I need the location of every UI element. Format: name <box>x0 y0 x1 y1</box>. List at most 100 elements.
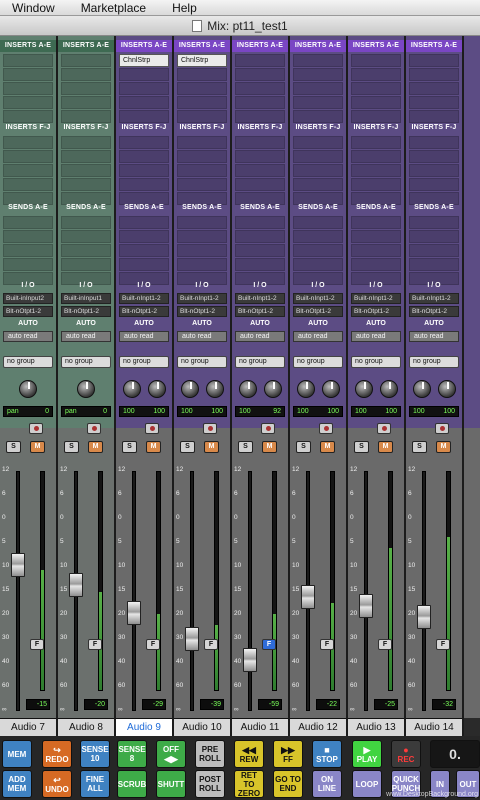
on-line-button[interactable]: ON LINE <box>312 770 342 798</box>
solo-button[interactable]: S <box>6 441 21 453</box>
insert-slot[interactable] <box>351 82 401 95</box>
input-selector[interactable]: Built-nInpt1-2 <box>293 293 343 304</box>
insert-slot[interactable] <box>119 136 169 149</box>
insert-slot[interactable] <box>61 54 111 67</box>
insert-slot[interactable] <box>177 178 227 191</box>
input-selector[interactable]: Built-inInput2 <box>3 293 53 304</box>
group-select[interactable]: no group <box>235 356 285 368</box>
volume-fader[interactable] <box>243 648 257 673</box>
track-name[interactable]: Audio 14 <box>406 718 462 736</box>
mute-button[interactable]: M <box>436 441 451 453</box>
insert-slot[interactable] <box>177 136 227 149</box>
volume-fader[interactable] <box>127 600 141 625</box>
send-slot[interactable] <box>177 216 227 229</box>
insert-slot[interactable] <box>177 82 227 95</box>
insert-slot[interactable] <box>293 136 343 149</box>
send-slot[interactable] <box>351 230 401 243</box>
send-slot[interactable] <box>3 244 53 257</box>
insert-slot[interactable] <box>119 96 169 109</box>
automation-mode-select[interactable]: auto read <box>235 331 285 342</box>
volume-fader[interactable] <box>301 585 315 610</box>
pan-knob-right[interactable] <box>206 380 224 398</box>
pan-knob-right[interactable] <box>264 380 282 398</box>
send-slot[interactable] <box>3 258 53 271</box>
fader-group-button[interactable]: F <box>320 639 334 650</box>
post-roll-button[interactable]: POST ROLL <box>195 770 225 798</box>
output-selector[interactable]: Blt-nOtpt1-2 <box>409 306 459 317</box>
insert-slot[interactable] <box>351 68 401 81</box>
group-select[interactable]: no group <box>3 356 53 368</box>
automation-mode-select[interactable]: auto read <box>177 331 227 342</box>
insert-slot[interactable] <box>119 178 169 191</box>
pre-roll-button[interactable]: PRE ROLL <box>195 740 225 768</box>
track-name[interactable]: Audio 12 <box>290 718 346 736</box>
track-name[interactable]: Audio 8 <box>58 718 114 736</box>
pan-knob-right[interactable] <box>322 380 340 398</box>
group-select[interactable]: no group <box>409 356 459 368</box>
track-name[interactable]: Audio 9 <box>116 718 172 736</box>
fader-group-button[interactable]: F <box>436 639 450 650</box>
insert-slot[interactable] <box>351 96 401 109</box>
pan-knob-left[interactable] <box>355 380 373 398</box>
send-slot[interactable] <box>3 216 53 229</box>
insert-slot[interactable] <box>409 54 459 67</box>
insert-slot[interactable] <box>351 178 401 191</box>
send-slot[interactable] <box>409 244 459 257</box>
insert-slot[interactable] <box>351 136 401 149</box>
insert-slot[interactable] <box>409 136 459 149</box>
send-slot[interactable] <box>409 258 459 271</box>
insert-slot[interactable] <box>235 136 285 149</box>
insert-slot[interactable] <box>3 164 53 177</box>
fader-group-button[interactable]: F <box>204 639 218 650</box>
insert-slot[interactable] <box>235 96 285 109</box>
record-button[interactable]: ● REC <box>391 740 421 768</box>
pan-knob-left[interactable] <box>297 380 315 398</box>
output-selector[interactable]: Blt-nOtpt1-2 <box>119 306 169 317</box>
volume-fader[interactable] <box>417 604 431 629</box>
group-select[interactable]: no group <box>351 356 401 368</box>
automation-mode-select[interactable]: auto read <box>3 331 53 342</box>
solo-button[interactable]: S <box>180 441 195 453</box>
send-slot[interactable] <box>409 230 459 243</box>
send-slot[interactable] <box>235 258 285 271</box>
record-enable-button[interactable] <box>319 423 333 434</box>
send-slot[interactable] <box>119 216 169 229</box>
insert-slot[interactable] <box>177 96 227 109</box>
pan-knob[interactable] <box>77 380 95 398</box>
go-to-end-button[interactable]: GO TO END <box>273 770 303 798</box>
pan-knob-left[interactable] <box>181 380 199 398</box>
record-enable-button[interactable] <box>145 423 159 434</box>
output-selector[interactable]: Blt-nOtpt1-2 <box>61 306 111 317</box>
track-name[interactable]: Audio 13 <box>348 718 404 736</box>
fast-forward-button[interactable]: ▶▶ FF <box>273 740 303 768</box>
record-enable-button[interactable] <box>29 423 43 434</box>
send-slot[interactable] <box>177 258 227 271</box>
insert-slot[interactable] <box>293 150 343 163</box>
track-name[interactable]: Audio 11 <box>232 718 288 736</box>
input-selector[interactable]: Built-nInpt1-2 <box>235 293 285 304</box>
send-slot[interactable] <box>293 230 343 243</box>
record-enable-button[interactable] <box>435 423 449 434</box>
output-selector[interactable]: Blt-nOtpt1-2 <box>177 306 227 317</box>
play-button[interactable]: ▶ PLAY <box>352 740 382 768</box>
volume-fader[interactable] <box>69 572 83 597</box>
send-slot[interactable] <box>119 244 169 257</box>
send-slot[interactable] <box>235 216 285 229</box>
scrub-button[interactable]: SCRUB <box>117 770 147 798</box>
volume-fader[interactable] <box>185 626 199 651</box>
insert-slot[interactable] <box>177 68 227 81</box>
insert-slot[interactable] <box>293 54 343 67</box>
insert-slot[interactable] <box>235 54 285 67</box>
fader-group-button[interactable]: F <box>30 639 44 650</box>
mute-button[interactable]: M <box>262 441 277 453</box>
redo-button[interactable]: ↪ REDO <box>42 740 72 768</box>
send-slot[interactable] <box>61 258 111 271</box>
send-slot[interactable] <box>3 230 53 243</box>
pan-knob-left[interactable] <box>123 380 141 398</box>
input-selector[interactable]: Built-nInpt1-2 <box>177 293 227 304</box>
volume-fader[interactable] <box>11 553 25 578</box>
send-slot[interactable] <box>351 244 401 257</box>
insert-slot[interactable] <box>3 178 53 191</box>
insert-slot[interactable] <box>293 178 343 191</box>
record-enable-button[interactable] <box>377 423 391 434</box>
